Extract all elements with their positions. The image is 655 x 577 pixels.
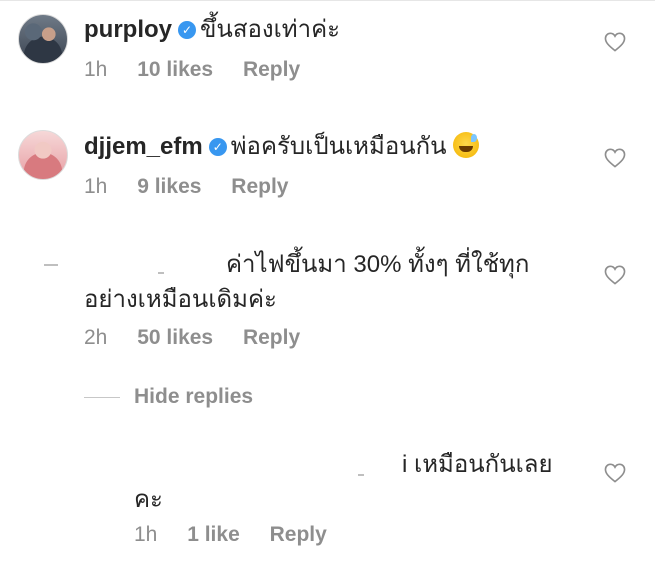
- comment-text-line-1: i เหมือนกันเลย: [402, 451, 553, 478]
- timestamp: 2h: [84, 326, 108, 349]
- timestamp: 1h: [134, 523, 158, 546]
- comment-text: พ่อครับเป็นเหมือนกัน: [230, 133, 447, 160]
- comment-meta: 2h 50 likes Reply: [84, 325, 324, 351]
- verified-badge-icon: ✓: [178, 21, 196, 39]
- avatar[interactable]: [18, 14, 68, 64]
- avatar[interactable]: [18, 130, 68, 180]
- reply-button[interactable]: Reply: [243, 58, 300, 81]
- comment-line: purploy ✓ ขึ้นสองเท่าค่ะ: [84, 15, 340, 45]
- timestamp: 1h: [84, 175, 108, 198]
- reply-button[interactable]: Reply: [270, 523, 327, 546]
- comment-line: djjem_efm ✓ พ่อครับเป็นเหมือนกัน: [84, 132, 479, 162]
- heart-icon[interactable]: [604, 463, 626, 483]
- reply-button[interactable]: Reply: [231, 175, 288, 198]
- timestamp: 1h: [84, 58, 108, 81]
- hide-replies-divider: [84, 397, 120, 398]
- comment-text-line-2: อย่างเหมือนเดิมค่ะ: [84, 286, 277, 313]
- username[interactable]: djjem_efm: [84, 133, 203, 160]
- heart-icon[interactable]: [604, 148, 626, 168]
- hide-replies-button[interactable]: Hide replies: [134, 383, 253, 411]
- heart-icon[interactable]: [604, 32, 626, 52]
- comment-meta: 1h 1 like Reply: [134, 522, 351, 548]
- comment-text-line-1: ค่าไฟขึ้นมา 30% ทั้งๆ ที่ใช้ทุก: [226, 251, 530, 278]
- sweat-smile-emoji-icon: [452, 132, 479, 158]
- heart-icon[interactable]: [604, 265, 626, 285]
- comment-meta: 1h 9 likes Reply: [84, 174, 312, 200]
- comment-meta: 1h 10 likes Reply: [84, 57, 324, 83]
- redacted-mark: [44, 264, 58, 266]
- redacted-mark: [358, 474, 364, 476]
- likes-count[interactable]: 10 likes: [137, 58, 213, 81]
- likes-count[interactable]: 50 likes: [137, 326, 213, 349]
- top-divider: [0, 0, 655, 1]
- username[interactable]: purploy: [84, 16, 172, 43]
- redacted-mark: [158, 272, 164, 274]
- comment-text: ขึ้นสองเท่าค่ะ: [200, 16, 341, 43]
- verified-badge-icon: ✓: [208, 138, 227, 156]
- likes-count[interactable]: 9 likes: [137, 175, 201, 198]
- comment-text-line-2: คะ: [134, 486, 163, 513]
- likes-count[interactable]: 1 like: [187, 523, 240, 546]
- reply-button[interactable]: Reply: [243, 326, 300, 349]
